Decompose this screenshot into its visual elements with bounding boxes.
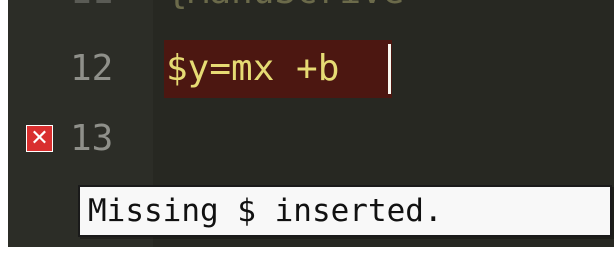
error-x-icon[interactable]: ✕ — [26, 125, 53, 152]
editor-line-12[interactable]: 12 $y=mx +b — [8, 40, 614, 98]
line-number: 12 — [70, 48, 114, 89]
line-code[interactable]: {ManuScrive — [166, 0, 404, 18]
editor-line-13[interactable]: ✕ 13 — [8, 110, 614, 168]
editor-line-11[interactable]: 11 {ManuScrive — [8, 0, 614, 18]
line-number: 13 — [70, 118, 114, 159]
editor-window: 11 {ManuScrive 12 $y=mx +b ✕ 13 Missing … — [8, 0, 614, 247]
line-number: 11 — [70, 0, 130, 18]
line-code[interactable]: $y=mx +b — [166, 40, 339, 98]
text-cursor — [388, 44, 391, 94]
error-tooltip: Missing $ inserted. — [78, 185, 612, 237]
